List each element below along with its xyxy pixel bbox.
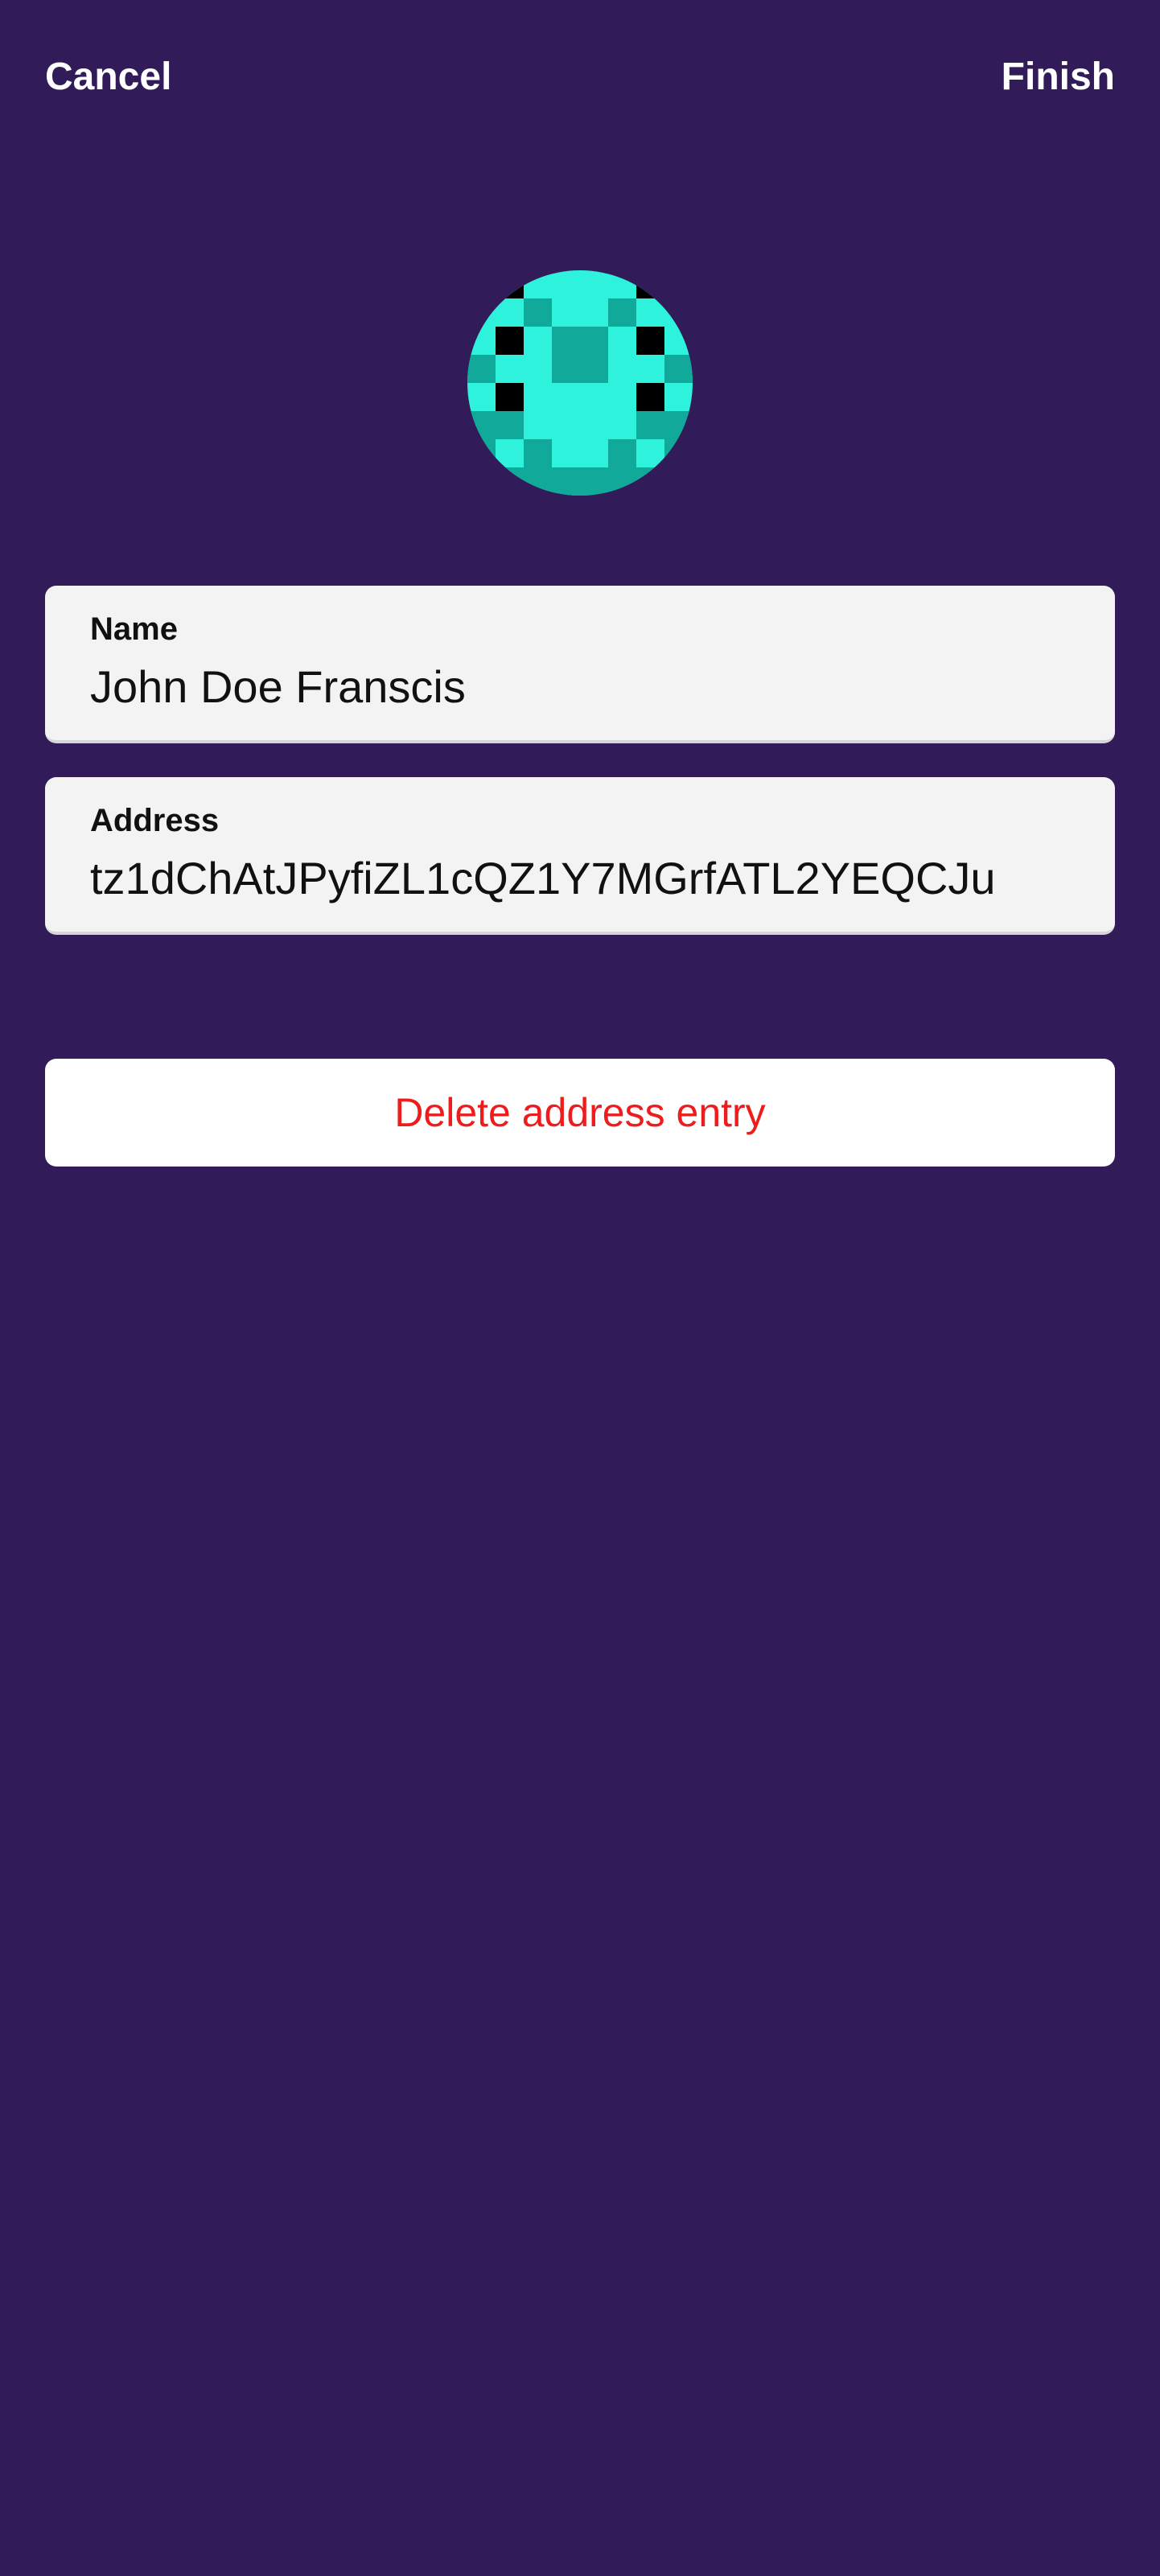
top-bar: Cancel Finish [0,0,1160,161]
name-field[interactable]: Name John Doe Franscis [45,586,1115,743]
address-field[interactable]: Address tz1dChAtJPyfiZL1cQZ1Y7MGrfATL2YE… [45,777,1115,935]
name-label: Name [90,611,178,647]
cancel-button[interactable]: Cancel [45,53,171,101]
delete-address-button[interactable]: Delete address entry [45,1059,1115,1167]
identicon-avatar-icon [467,270,693,496]
name-input[interactable]: John Doe Franscis [90,660,466,714]
finish-button[interactable]: Finish [1002,53,1115,101]
address-input[interactable]: tz1dChAtJPyfiZL1cQZ1Y7MGrfATL2YEQCJu [90,851,996,906]
address-label: Address [90,803,220,838]
